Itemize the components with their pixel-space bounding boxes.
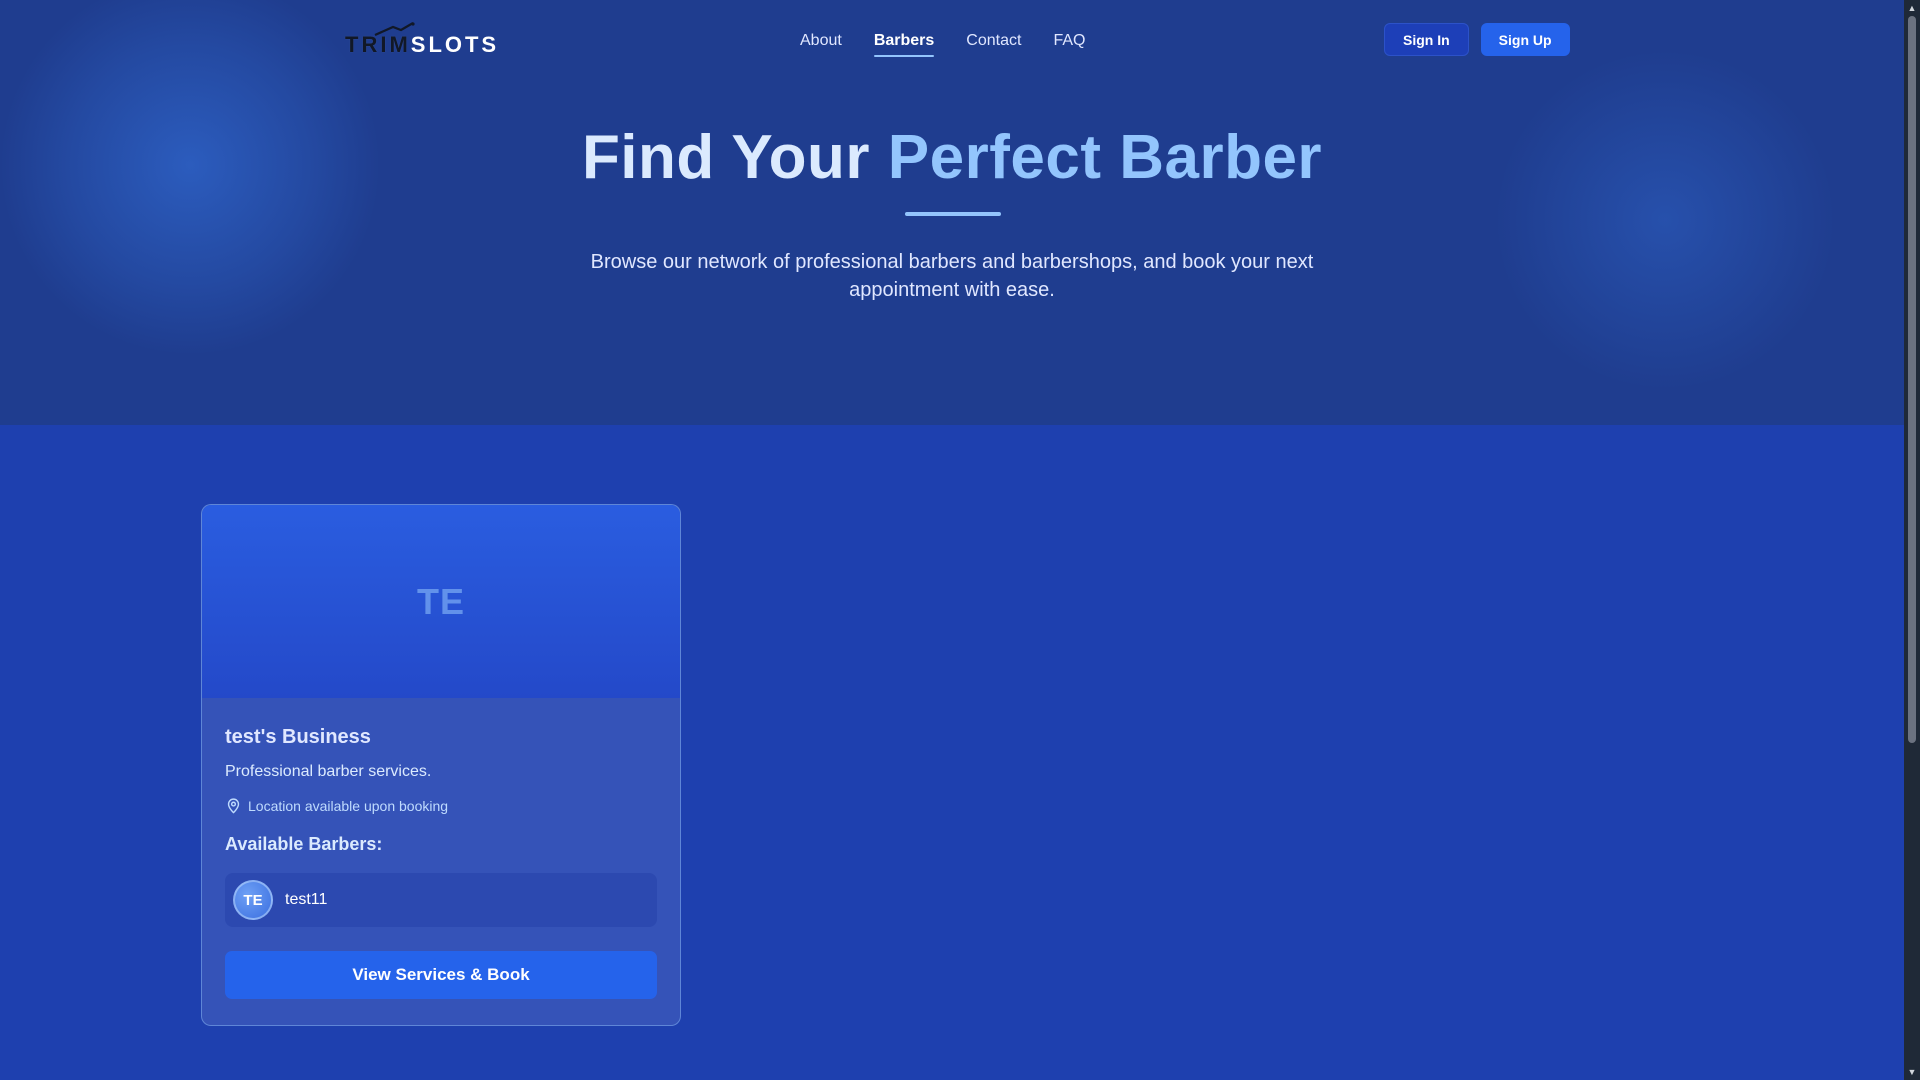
hero-title-accent: Perfect Barber [887, 123, 1323, 192]
hero-subtitle: Browse our network of professional barbe… [590, 251, 1314, 301]
business-card: TE test's Business Professional barber s… [201, 504, 681, 1026]
hero-title-part1: Find Your [581, 123, 871, 192]
hero-title: Find Your Perfect Barber [0, 122, 1904, 193]
business-card-body: test's Business Professional barber serv… [225, 698, 657, 999]
available-barbers-label: Available Barbers: [225, 834, 383, 854]
map-pin-icon [227, 798, 240, 814]
sign-up-button[interactable]: Sign Up [1480, 23, 1570, 56]
nav-actions: Sign In Sign Up [1384, 23, 1570, 56]
business-initials: TE [416, 580, 465, 622]
vertical-scrollbar[interactable]: ▲ ▼ [1904, 0, 1920, 1080]
scrollbar-thumb[interactable] [1908, 16, 1916, 743]
nav-link-faq[interactable]: FAQ [1053, 32, 1085, 54]
nav-link-contact[interactable]: Contact [966, 32, 1021, 54]
nav-link-about[interactable]: About [800, 32, 842, 54]
scissors-logo-icon [374, 22, 415, 36]
business-card-banner: TE [202, 505, 680, 698]
barber-avatar: TE [233, 880, 273, 920]
view-services-book-button[interactable]: View Services & Book [225, 951, 657, 999]
business-description: Professional barber services. [225, 763, 432, 780]
sign-in-button[interactable]: Sign In [1384, 23, 1469, 56]
trimslots-logo[interactable]: TRIM SLOTS [345, 22, 525, 58]
business-location: Location available upon booking [225, 797, 657, 814]
top-navigation: TRIM SLOTS About Barbers Contact FAQ Sig… [0, 0, 1904, 80]
business-name: test's Business [225, 726, 371, 748]
business-location-text: Location available upon booking [248, 797, 449, 814]
hero-divider [905, 212, 1001, 216]
scroll-down-arrow-icon[interactable]: ▼ [1904, 1064, 1920, 1080]
hero-section: TRIM SLOTS About Barbers Contact FAQ Sig… [0, 0, 1904, 425]
nav-links: About Barbers Contact FAQ [800, 28, 1085, 58]
nav-link-barbers[interactable]: Barbers [873, 32, 935, 57]
barber-list-item[interactable]: TE test11 [225, 873, 657, 927]
barber-name: test11 [285, 891, 328, 908]
scroll-up-arrow-icon[interactable]: ▲ [1904, 0, 1920, 16]
